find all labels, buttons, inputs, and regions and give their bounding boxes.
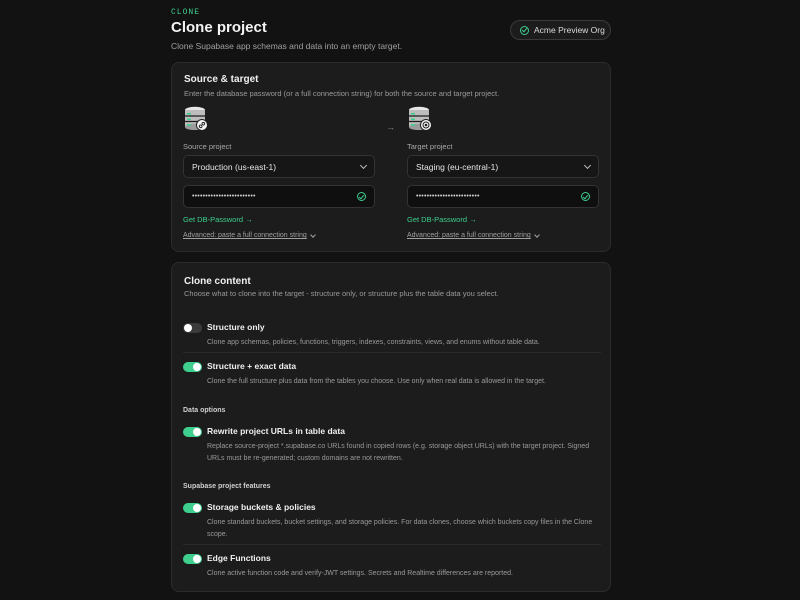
page-title: Clone project [171, 19, 267, 36]
target-password-field[interactable]: •••••••••••••••••••••••• [407, 185, 599, 208]
toggle-knob [193, 504, 201, 512]
chevron-down-icon [359, 161, 368, 169]
option-title: Storage buckets & policies [207, 502, 316, 512]
target-password-value: •••••••••••••••••••••••• [416, 193, 480, 200]
option-title: Edge Functions [207, 553, 271, 563]
toggle-rewrite-urls[interactable] [183, 427, 202, 437]
toggle-knob [193, 363, 201, 371]
features-label: Supabase project features [183, 483, 271, 490]
source-advanced-label: Advanced: paste a full connection string [183, 232, 307, 239]
check-circle-icon [357, 192, 366, 201]
target-get-password-link[interactable]: Get DB-Password → [407, 215, 477, 224]
chevron-down-icon [309, 231, 316, 238]
data-options-label: Data options [183, 407, 226, 414]
option-description: Clone active function code and verify-JW… [207, 570, 513, 577]
divider [183, 352, 601, 353]
option-title: Rewrite project URLs in table data [207, 426, 345, 436]
source-password-value: •••••••••••••••••••••••• [192, 193, 256, 200]
target-advanced-label: Advanced: paste a full connection string [407, 232, 531, 239]
source-project-select[interactable]: Production (us-east-1) [183, 155, 375, 178]
org-selector[interactable]: Acme Preview Org [510, 20, 611, 40]
check-circle-icon [581, 192, 590, 201]
clone-content-card: Clone content Choose what to clone into … [171, 262, 611, 592]
option-description: Clone standard buckets, bucket settings,… [207, 519, 593, 538]
option-title: Structure + exact data [207, 361, 297, 371]
source-advanced-link[interactable]: Advanced: paste a full connection string [183, 231, 316, 239]
database-icon [183, 105, 209, 135]
toggle-storage-buckets[interactable] [183, 503, 202, 513]
page-subtitle: Clone Supabase app schemas and data into… [171, 41, 403, 51]
toggle-edge-functions[interactable] [183, 554, 202, 564]
source-project-label: Source project [183, 142, 232, 151]
chevron-down-icon [583, 161, 592, 169]
database-icon [407, 105, 433, 135]
toggle-structure-data[interactable] [183, 362, 202, 372]
toggle-structure-only[interactable] [183, 323, 202, 333]
option-description: Clone app schemas, policies, functions, … [207, 339, 540, 346]
link-icon [196, 119, 208, 131]
target-column: Target project Staging (eu-central-1) ••… [407, 105, 599, 239]
source-target-description: Enter the database password (or a full c… [184, 89, 500, 98]
clone-content-description: Choose what to clone into the target - s… [184, 289, 499, 298]
target-icon [420, 119, 432, 131]
source-target-card: Source & target Enter the database passw… [171, 62, 611, 252]
arrow-right-icon: → [386, 122, 395, 132]
toggle-knob [193, 555, 201, 563]
source-password-field[interactable]: •••••••••••••••••••••••• [183, 185, 375, 208]
page-eyebrow: CLONE [171, 8, 201, 17]
source-target-title: Source & target [184, 74, 259, 85]
source-column: Source project Production (us-east-1) ••… [183, 105, 375, 239]
target-advanced-link[interactable]: Advanced: paste a full connection string [407, 231, 540, 239]
target-project-label: Target project [407, 142, 453, 151]
clone-content-title: Clone content [184, 276, 251, 287]
org-label: Acme Preview Org [534, 25, 605, 35]
toggle-knob [184, 324, 192, 332]
source-project-value: Production (us-east-1) [192, 161, 277, 172]
option-title: Structure only [207, 322, 265, 332]
chevron-down-icon [533, 231, 540, 238]
target-project-value: Staging (eu-central-1) [416, 161, 499, 172]
divider [183, 544, 601, 545]
source-get-password-link[interactable]: Get DB-Password → [183, 215, 253, 224]
option-description: Clone the full structure plus data from … [207, 378, 546, 385]
option-description: Replace source-project *.supabase.co URL… [207, 443, 590, 462]
target-project-select[interactable]: Staging (eu-central-1) [407, 155, 599, 178]
check-circle-icon [520, 25, 529, 35]
toggle-knob [193, 428, 201, 436]
